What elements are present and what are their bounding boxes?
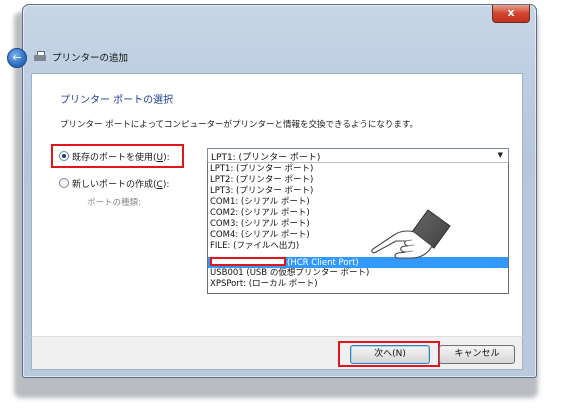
list-item[interactable]: COM1: (シリアル ポート): [208, 197, 508, 208]
close-button[interactable]: x: [492, 5, 530, 23]
cancel-button[interactable]: キャンセル: [439, 345, 515, 364]
next-button[interactable]: 次へ(N): [350, 345, 430, 364]
back-arrow-icon: ←: [12, 51, 22, 64]
back-button[interactable]: ←: [7, 48, 27, 68]
page-description: プリンター ポートによってコンピューターがプリンターと情報を交換できるようになり…: [60, 120, 419, 130]
window-title: プリンターの追加: [52, 53, 129, 64]
port-dropdown-list[interactable]: LPT1: (プリンター ポート) LPT2: (プリンター ポート) LPT3…: [207, 162, 509, 294]
existing-port-label[interactable]: 既存のポートを使用(U):: [72, 150, 170, 163]
list-item[interactable]: USB001 (USB の仮想プリンター ポート): [208, 268, 508, 279]
list-item[interactable]: LPT1: (プリンター ポート): [208, 164, 508, 175]
printer-icon: [33, 50, 47, 63]
chevron-down-icon[interactable]: ▼: [498, 151, 503, 159]
list-item[interactable]: COM4: (シリアル ポート): [208, 230, 508, 241]
pointing-hand-icon: [371, 209, 451, 259]
existing-port-radio[interactable]: [59, 151, 69, 161]
list-item-hcr-client-port[interactable]: (HCR Client Port): [208, 257, 508, 268]
list-item[interactable]: COM2: (シリアル ポート): [208, 208, 508, 219]
list-item[interactable]: FILE: (ファイルへ出力): [208, 241, 508, 252]
list-item[interactable]: LPT3: (プリンター ポート): [208, 186, 508, 197]
page-heading: プリンター ポートの選択: [60, 95, 174, 106]
close-icon: x: [507, 6, 515, 19]
list-item[interactable]: COM3: (シリアル ポート): [208, 219, 508, 230]
new-port-label[interactable]: 新しいポートの作成(C):: [72, 177, 169, 190]
redacted-port-name-box: [210, 257, 286, 266]
new-port-radio[interactable]: [59, 178, 69, 188]
list-item[interactable]: XPSPort: (ローカル ポート): [208, 279, 508, 290]
port-type-label: ポートの種類:: [87, 198, 141, 208]
list-item[interactable]: LPT2: (プリンター ポート): [208, 175, 508, 186]
